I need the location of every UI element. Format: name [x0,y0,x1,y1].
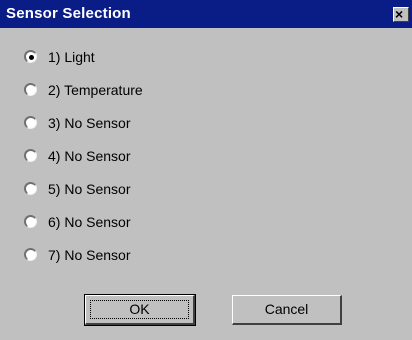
radio-icon[interactable] [24,116,37,129]
sensor-option-label: 7) No Sensor [48,247,131,263]
sensor-option-5[interactable]: 5) No Sensor [24,180,224,200]
window-title: Sensor Selection [6,5,131,22]
sensor-option-3[interactable]: 3) No Sensor [24,114,224,134]
sensor-option-7[interactable]: 7) No Sensor [24,246,224,266]
sensor-option-label: 2) Temperature [48,82,143,98]
sensor-option-label: 4) No Sensor [48,148,131,164]
radio-icon[interactable] [24,83,37,96]
focus-rectangle [90,300,189,319]
close-icon: × [395,6,404,22]
cancel-button[interactable]: Cancel [232,295,342,325]
sensor-option-2[interactable]: 2) Temperature [24,81,224,101]
radio-icon[interactable] [24,50,37,63]
close-button[interactable]: × [393,6,409,22]
sensor-option-4[interactable]: 4) No Sensor [24,147,224,167]
ok-button[interactable]: OK [84,294,196,326]
cancel-button-label: Cancel [264,301,309,317]
radio-icon[interactable] [24,248,37,261]
sensor-option-6[interactable]: 6) No Sensor [24,213,224,233]
sensor-option-label: 3) No Sensor [48,115,131,131]
sensor-option-label: 5) No Sensor [48,181,131,197]
radio-selected-dot [29,55,34,60]
title-bar[interactable]: Sensor Selection × [0,0,412,28]
radio-icon[interactable] [24,149,37,162]
radio-icon[interactable] [24,215,37,228]
sensor-option-label: 1) Light [48,49,95,65]
sensor-selection-dialog: Sensor Selection × 1) Light 2) Temperatu… [0,0,412,340]
sensor-option-1[interactable]: 1) Light [24,48,224,68]
sensor-option-label: 6) No Sensor [48,214,131,230]
radio-icon[interactable] [24,182,37,195]
